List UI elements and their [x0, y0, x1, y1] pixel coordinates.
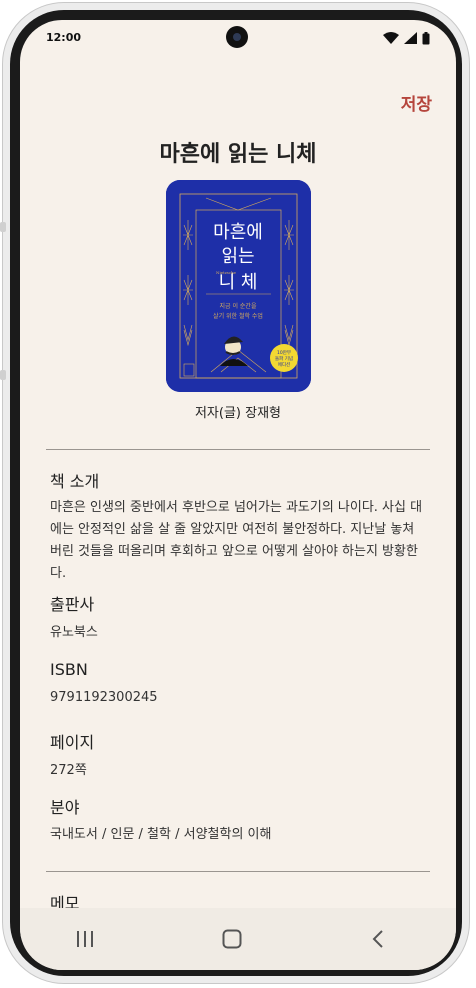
- volume-button: [0, 222, 6, 232]
- cover-subtitle: Nietzsche: [216, 270, 237, 275]
- author-line: 저자(글) 장재형: [194, 406, 282, 421]
- badge-line-2: 돌파 기념: [275, 355, 293, 362]
- divider-bottom: [46, 871, 430, 872]
- category-heading: 분야: [50, 798, 80, 817]
- signal-icon: [404, 32, 417, 44]
- book-title: 마흔에 읽는 니체: [159, 142, 317, 167]
- status-bar: 12:00: [20, 20, 456, 60]
- status-time: 12:00: [46, 31, 82, 44]
- cover-tagline-line-1: 지금 이 순간을: [220, 302, 257, 310]
- cover-title-line-3: 니 체: [219, 272, 258, 293]
- publisher-heading: 출판사: [50, 595, 95, 614]
- camera-icon: [226, 26, 248, 48]
- pages-heading: 페이지: [50, 733, 95, 752]
- badge-line-3: 에디션: [278, 361, 290, 368]
- recent-apps-icon: [77, 931, 93, 947]
- category-value: 국내도서 / 인문 / 철학 / 서양철학의 이해: [50, 827, 272, 842]
- publisher-value: 유노북스: [50, 625, 98, 640]
- badge-line-1: 10만부: [277, 349, 291, 356]
- back-button[interactable]: [365, 926, 391, 952]
- back-icon: [372, 930, 383, 948]
- save-button[interactable]: 저장: [401, 90, 432, 115]
- navigation-bar: [20, 908, 456, 970]
- cover-tagline-line-2: 살기 위한 철학 수업: [213, 312, 263, 320]
- pages-value: 272쪽: [50, 763, 87, 778]
- battery-icon: [422, 31, 430, 44]
- intro-text: 마흔은 인생의 중반에서 후반으로 넘어가는 과도기의 나이다. 사십 대에는 …: [50, 500, 423, 581]
- wifi-icon: [383, 32, 399, 44]
- divider-top: [46, 449, 430, 450]
- isbn-heading: ISBN: [50, 660, 88, 679]
- cover-title-line-2: 읽는: [221, 246, 254, 267]
- book-cover-art: 마흔에 읽는 니 체 Nietzsche 지금 이 순간을 살기 위한 철학 수…: [166, 180, 311, 392]
- recent-apps-button[interactable]: [72, 926, 98, 952]
- home-button[interactable]: [219, 926, 245, 952]
- screen: 12:00 저장 마흔에 읽는 니체 마흔에 읽는 니 체 Nietzsche …: [20, 20, 456, 970]
- isbn-value: 9791192300245: [50, 690, 158, 705]
- home-icon: [222, 929, 242, 949]
- status-icons: [383, 31, 430, 45]
- intro-heading: 책 소개: [50, 472, 100, 491]
- cover-title-line-1: 마흔에: [213, 222, 263, 243]
- book-cover-image: 마흔에 읽는 니 체 Nietzsche 지금 이 순간을 살기 위한 철학 수…: [166, 180, 311, 392]
- power-button: [0, 370, 6, 380]
